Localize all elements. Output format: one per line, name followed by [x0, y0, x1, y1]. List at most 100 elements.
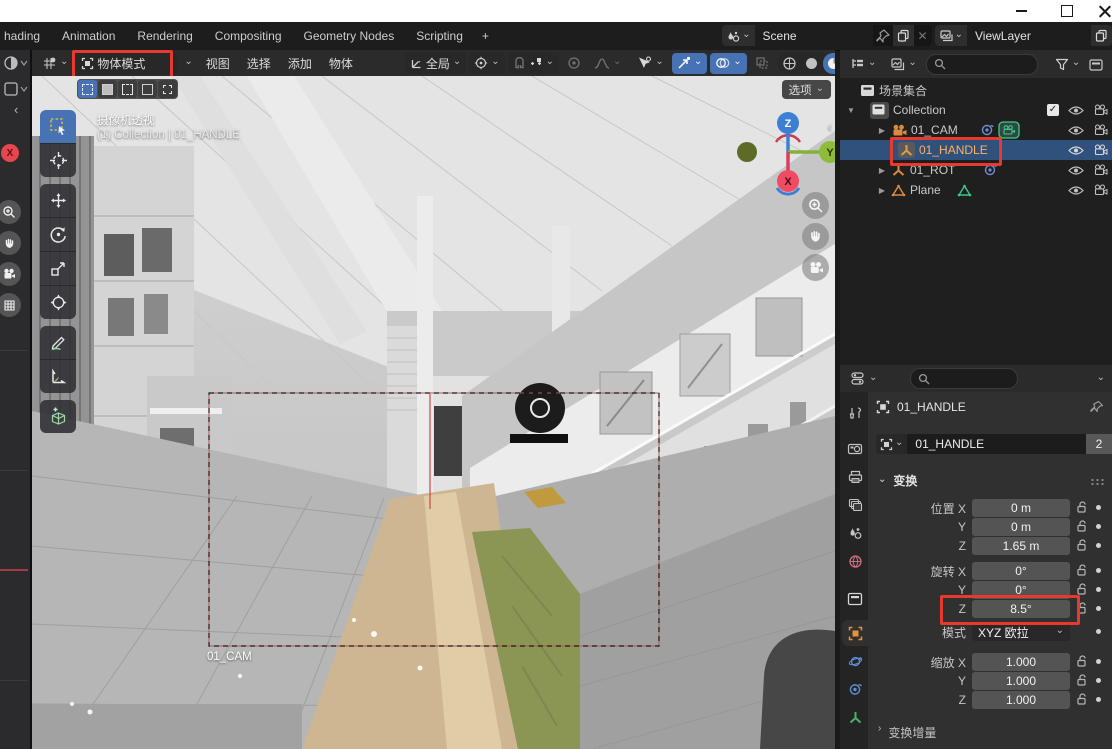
- shading-wireframe-button[interactable]: [779, 53, 801, 74]
- new-collection-icon[interactable]: [1089, 57, 1105, 72]
- lock-open-icon[interactable]: [1076, 693, 1088, 706]
- tab-render[interactable]: [842, 436, 868, 462]
- tool-rotate[interactable]: [40, 218, 76, 252]
- hide-eye-icon[interactable]: [1068, 105, 1084, 116]
- tab-tool[interactable]: [842, 400, 868, 426]
- location-z-field[interactable]: 1.65 m: [972, 537, 1070, 555]
- scene-name-field[interactable]: Scene: [755, 25, 873, 46]
- sidebar-toggle-arrow[interactable]: ‹: [827, 118, 832, 134]
- outliner-editor-type-button[interactable]: ⌄: [845, 54, 881, 75]
- workspace-tab-animation[interactable]: Animation: [51, 22, 126, 50]
- animate-dot[interactable]: [1096, 629, 1101, 634]
- tool-measure[interactable]: [40, 360, 76, 393]
- lock-open-icon[interactable]: [1076, 501, 1088, 514]
- rotation-mode-dropdown[interactable]: XYZ 欧拉⌄: [972, 623, 1070, 641]
- pan-widget[interactable]: [802, 223, 829, 250]
- location-x-field[interactable]: 0 m: [972, 499, 1070, 517]
- outliner-filter-dropdown[interactable]: ⌄: [1050, 54, 1085, 75]
- workspace-tab-compositing[interactable]: Compositing: [204, 22, 293, 50]
- view-layer-name-field[interactable]: ViewLayer: [967, 25, 1091, 46]
- object-visibility-dropdown[interactable]: ⌄: [632, 53, 668, 74]
- outliner-row-01-handle[interactable]: 01_HANDLE: [840, 140, 1112, 160]
- outliner-row-plane[interactable]: ▶ Plane: [840, 180, 1112, 200]
- collection-checkbox[interactable]: ✓: [1047, 104, 1059, 116]
- animate-dot[interactable]: [1096, 697, 1101, 702]
- shading-solid-button[interactable]: [801, 53, 823, 74]
- expand-arrow[interactable]: ▶: [877, 166, 887, 175]
- hide-eye-icon[interactable]: [1068, 185, 1084, 196]
- outliner-row-01-rot[interactable]: ▶ 01_ROT: [840, 160, 1112, 180]
- mode-dropdown[interactable]: 物体模式: [76, 53, 178, 74]
- proportional-falloff-dropdown[interactable]: ⌄: [589, 53, 626, 74]
- animate-dot[interactable]: [1096, 505, 1101, 510]
- lock-open-icon[interactable]: [1076, 583, 1088, 596]
- select-mode-invert[interactable]: [138, 80, 157, 98]
- clipped-shading-dropdown[interactable]: [2, 53, 28, 73]
- maximize-button[interactable]: [1044, 0, 1090, 22]
- outliner-search-input[interactable]: [926, 54, 1038, 75]
- tool-move[interactable]: [40, 184, 76, 218]
- object-browse-button[interactable]: ⌄: [876, 434, 907, 454]
- viewport-canvas[interactable]: Z Y X 摄像机透视 (1) Collection | 01_HANDLE 0…: [32, 76, 835, 749]
- hide-eye-icon[interactable]: [1068, 125, 1084, 136]
- panel-drag-grip[interactable]: [1090, 478, 1104, 485]
- menu-view[interactable]: 视图: [199, 55, 237, 72]
- workspace-tab-rendering[interactable]: Rendering: [126, 22, 203, 50]
- animate-dot[interactable]: [1096, 587, 1101, 592]
- shading-material-button[interactable]: [823, 53, 835, 74]
- expand-arrow[interactable]: ▶: [877, 186, 887, 195]
- sidebar-toggle-arrow[interactable]: ‹: [14, 102, 18, 117]
- minimize-button[interactable]: [998, 0, 1044, 22]
- properties-filter-chevron[interactable]: ⌄: [1097, 373, 1107, 383]
- location-y-field[interactable]: 0 m: [972, 518, 1070, 536]
- object-name-field[interactable]: 01_HANDLE: [907, 434, 1086, 454]
- scale-z-field[interactable]: 1.000: [972, 691, 1070, 709]
- hide-eye-icon[interactable]: [1068, 165, 1084, 176]
- tab-world[interactable]: [842, 548, 868, 574]
- tab-output[interactable]: [842, 464, 868, 490]
- zoom-widget[interactable]: [802, 192, 829, 219]
- pan-widget[interactable]: [0, 231, 21, 255]
- expand-arrow[interactable]: ▶: [877, 126, 887, 135]
- pivot-point-dropdown[interactable]: ⌄: [469, 53, 504, 74]
- workspace-tab-scripting[interactable]: Scripting: [405, 22, 474, 50]
- animate-dot[interactable]: [1096, 568, 1101, 573]
- select-mode-subtract[interactable]: [118, 80, 137, 98]
- scene-browse-button[interactable]: ⌄: [722, 25, 754, 46]
- tool-annotate[interactable]: [40, 326, 76, 360]
- properties-editor-type-button[interactable]: ⌄: [845, 368, 882, 389]
- pin-icon[interactable]: [875, 28, 891, 44]
- tab-object-data[interactable]: [842, 704, 868, 730]
- select-mode-intersect[interactable]: [158, 80, 177, 98]
- menu-select[interactable]: 选择: [240, 55, 278, 72]
- workspace-tab-geometry-nodes[interactable]: Geometry Nodes: [293, 22, 406, 50]
- tool-add-cube[interactable]: [40, 400, 76, 433]
- transform-panel-header[interactable]: ⌄ 变换: [878, 472, 917, 489]
- tab-physics[interactable]: [842, 648, 868, 674]
- rotation-z-field[interactable]: 8.5°: [972, 600, 1070, 618]
- new-view-layer-button[interactable]: [1091, 25, 1112, 46]
- add-workspace-button[interactable]: +: [474, 22, 497, 50]
- clipped-view-dropdown[interactable]: [2, 79, 28, 99]
- show-overlays-toggle[interactable]: ⌄: [710, 53, 746, 74]
- rotation-x-field[interactable]: 0°: [972, 562, 1070, 580]
- animate-dot[interactable]: [1096, 524, 1101, 529]
- pin-icon[interactable]: [1089, 400, 1104, 415]
- outliner-display-mode-dropdown[interactable]: ⌄: [885, 54, 921, 75]
- camera-view-widget[interactable]: [0, 262, 21, 286]
- tab-object[interactable]: [842, 620, 868, 646]
- view-layer-browse-button[interactable]: ⌄: [935, 25, 967, 46]
- outliner-row-01-cam[interactable]: ▶ 01_CAM: [840, 120, 1112, 140]
- properties-search-input[interactable]: [910, 368, 1018, 389]
- camera-view-widget[interactable]: [802, 254, 829, 281]
- lock-open-icon[interactable]: [1076, 564, 1088, 577]
- lock-open-icon[interactable]: [1076, 674, 1088, 687]
- menu-add[interactable]: 添加: [281, 55, 319, 72]
- snap-toggle[interactable]: ⌄: [508, 53, 559, 74]
- transform-orientation-dropdown[interactable]: 全局 ⌄: [405, 53, 466, 74]
- tool-cursor[interactable]: [40, 144, 76, 177]
- tab-scene[interactable]: [842, 520, 868, 546]
- grid-widget[interactable]: [0, 293, 21, 317]
- animate-dot[interactable]: [1096, 543, 1101, 548]
- mode-chevron[interactable]: ⌄: [181, 57, 195, 67]
